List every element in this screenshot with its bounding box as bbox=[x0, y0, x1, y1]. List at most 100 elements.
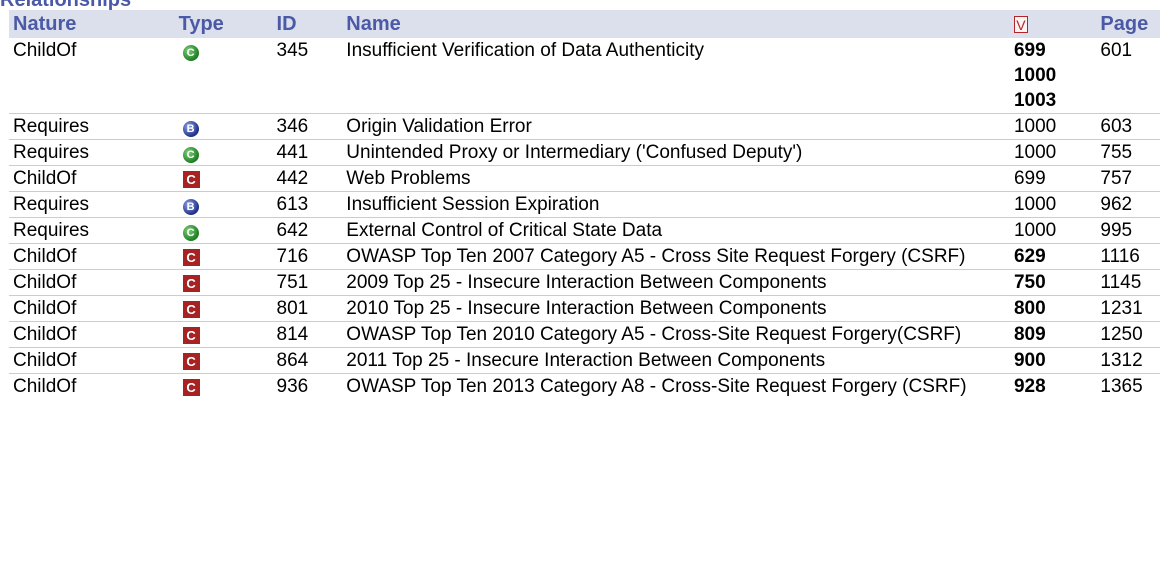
view-id: 1003 bbox=[1013, 90, 1057, 111]
id-cell: 441 bbox=[276, 142, 309, 163]
view-cell: 900 bbox=[1010, 348, 1096, 374]
view-id: 928 bbox=[1013, 376, 1046, 397]
view-cell: 750 bbox=[1010, 270, 1096, 296]
name-cell: Web Problems bbox=[346, 168, 471, 189]
view-cell: 809 bbox=[1010, 322, 1096, 348]
name-cell: 2009 Top 25 - Insecure Interaction Betwe… bbox=[346, 272, 827, 293]
table-row: Requires B 346 Origin Validation Error 1000 6… bbox=[9, 113, 1160, 140]
table-row: ChildOf C 936 OWASP Top Ten 2013 Category A… bbox=[9, 373, 1160, 400]
type-cell: C bbox=[175, 218, 273, 244]
view-id: 1000 bbox=[1013, 194, 1057, 215]
view-id: 1000 bbox=[1013, 65, 1057, 86]
name-cell: 2010 Top 25 - Insecure Interaction Betwe… bbox=[346, 298, 827, 319]
page-cell: 1312 bbox=[1100, 350, 1143, 371]
nature-cell: Requires bbox=[13, 142, 90, 163]
id-cell: 442 bbox=[276, 168, 309, 189]
table-row: ChildOf C 814 OWASP Top Ten 2010 Category A… bbox=[9, 321, 1160, 348]
table-row: ChildOf C 801 2010 Top 25 - Insecure Intera… bbox=[9, 295, 1160, 322]
view-cell: 928 bbox=[1010, 374, 1096, 400]
page-cell: 1250 bbox=[1100, 324, 1143, 345]
name-cell: Insufficient Verification of Data Authen… bbox=[346, 40, 704, 61]
name-cell: Origin Validation Error bbox=[346, 116, 532, 137]
nature-cell: Requires bbox=[13, 116, 90, 137]
view-icon: V bbox=[1013, 16, 1028, 33]
page-cell: 1145 bbox=[1100, 272, 1142, 293]
type-cell: C bbox=[175, 166, 273, 192]
nature-cell: Requires bbox=[13, 194, 90, 215]
column-header-id: ID bbox=[276, 13, 297, 35]
name-cell: Insufficient Session Expiration bbox=[346, 194, 600, 215]
type-cell: C bbox=[175, 270, 273, 296]
category-icon: C bbox=[182, 249, 200, 266]
page-cell: 603 bbox=[1100, 116, 1133, 137]
table-row: Requires B 613 Insufficient Session Expirat… bbox=[9, 191, 1160, 218]
name-cell: Unintended Proxy or Intermediary ('Confu… bbox=[346, 142, 803, 163]
table-row: Requires C 642 External Control of Critical… bbox=[9, 217, 1160, 244]
column-header-page: Page bbox=[1100, 13, 1149, 35]
id-cell: 642 bbox=[276, 220, 309, 241]
nature-cell: ChildOf bbox=[13, 298, 77, 319]
view-cell: 1000 bbox=[1010, 218, 1096, 244]
type-cell: C bbox=[175, 140, 273, 166]
column-header-type: Type bbox=[178, 13, 224, 35]
view-cell: 1000 bbox=[1010, 114, 1096, 140]
view-id: 750 bbox=[1013, 272, 1046, 293]
page-cell: 1365 bbox=[1100, 376, 1143, 397]
id-cell: 346 bbox=[276, 116, 309, 137]
name-cell: OWASP Top Ten 2007 Category A5 - Cross S… bbox=[346, 246, 966, 267]
view-cell: 800 bbox=[1010, 296, 1096, 322]
type-cell: C bbox=[175, 322, 273, 348]
view-id: 699 bbox=[1013, 40, 1046, 61]
view-id: 800 bbox=[1013, 298, 1046, 319]
nature-cell: ChildOf bbox=[13, 246, 77, 267]
nature-cell: ChildOf bbox=[13, 376, 77, 397]
column-header-name: Name bbox=[346, 13, 401, 35]
page-cell: 755 bbox=[1100, 142, 1133, 163]
category-icon: C bbox=[182, 353, 200, 370]
column-header-view: V bbox=[1010, 10, 1096, 38]
id-cell: 936 bbox=[276, 376, 309, 397]
page-cell: 962 bbox=[1100, 194, 1133, 215]
view-cell: 699 bbox=[1010, 166, 1096, 192]
id-cell: 613 bbox=[276, 194, 309, 215]
page-cell: 757 bbox=[1100, 168, 1133, 189]
view-id: 629 bbox=[1013, 246, 1046, 267]
id-cell: 751 bbox=[276, 272, 309, 293]
page-cell: 1116 bbox=[1100, 246, 1140, 267]
base-icon: B bbox=[182, 121, 199, 137]
class-icon: C bbox=[182, 147, 199, 163]
name-cell: 2011 Top 25 - Insecure Interaction Betwe… bbox=[346, 350, 826, 371]
class-icon: C bbox=[182, 225, 199, 241]
nature-cell: ChildOf bbox=[13, 324, 77, 345]
column-header-nature: Nature bbox=[13, 13, 77, 35]
view-id: 900 bbox=[1013, 350, 1046, 371]
view-id: 1000 bbox=[1013, 220, 1057, 241]
table-row: ChildOf C 716 OWASP Top Ten 2007 Category A… bbox=[9, 243, 1160, 270]
table-row: Requires C 441 Unintended Proxy or Intermed… bbox=[9, 139, 1160, 166]
id-cell: 814 bbox=[276, 324, 309, 345]
table-row: ChildOf C 345 Insufficient Verification of … bbox=[9, 38, 1160, 114]
nature-cell: ChildOf bbox=[13, 350, 77, 371]
nature-cell: ChildOf bbox=[13, 168, 77, 189]
page-cell: 601 bbox=[1100, 40, 1133, 61]
table-row: ChildOf C 442 Web Problems 699 757 bbox=[9, 165, 1160, 192]
type-cell: C bbox=[175, 348, 273, 374]
page-cell: 995 bbox=[1100, 220, 1133, 241]
page-cell: 1231 bbox=[1100, 298, 1143, 319]
table-row: ChildOf C 864 2011 Top 25 - Insecure Intera… bbox=[9, 347, 1160, 374]
view-cell: 699 1000 1003 bbox=[1010, 38, 1096, 114]
base-icon: B bbox=[182, 199, 199, 215]
name-cell: External Control of Critical State Data bbox=[346, 220, 663, 241]
nature-cell: ChildOf bbox=[13, 272, 77, 293]
category-icon: C bbox=[182, 171, 200, 188]
view-id: 1000 bbox=[1013, 142, 1057, 163]
view-id: 809 bbox=[1013, 324, 1046, 345]
name-cell: OWASP Top Ten 2013 Category A8 - Cross-S… bbox=[346, 376, 967, 397]
nature-cell: Requires bbox=[13, 220, 90, 241]
id-cell: 716 bbox=[276, 246, 309, 267]
view-id: 1000 bbox=[1013, 116, 1057, 137]
view-cell: 1000 bbox=[1010, 192, 1096, 218]
category-icon: C bbox=[182, 379, 200, 396]
table-row: ChildOf C 751 2009 Top 25 - Insecure Intera… bbox=[9, 269, 1160, 296]
category-icon: C bbox=[182, 275, 200, 292]
